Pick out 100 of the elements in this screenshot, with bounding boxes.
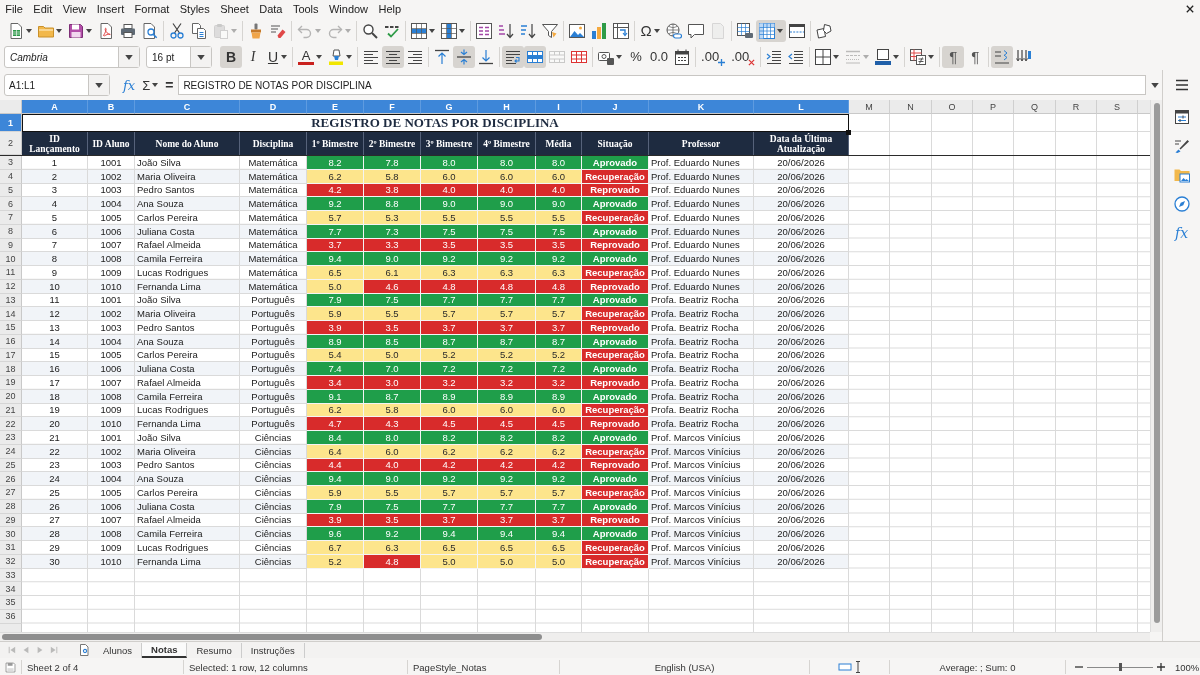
column-header[interactable]: N: [890, 100, 932, 114]
menu-item[interactable]: Insert: [91, 2, 130, 15]
bold-button[interactable]: B: [220, 46, 242, 68]
row-header[interactable]: 23: [0, 431, 22, 445]
column-header[interactable]: S: [1097, 100, 1138, 114]
column-header[interactable]: B: [88, 100, 135, 114]
selection-mode-icon[interactable]: [838, 662, 852, 672]
column-header[interactable]: Q: [1014, 100, 1056, 114]
menu-item[interactable]: Help: [373, 2, 407, 15]
scrollbar-thumb[interactable]: [2, 634, 542, 640]
menu-item[interactable]: Format: [129, 2, 175, 15]
menu-item[interactable]: Edit: [28, 2, 58, 15]
row-header[interactable]: 27: [0, 486, 22, 500]
column-header[interactable]: A: [22, 100, 88, 114]
column-header[interactable]: M: [849, 100, 890, 114]
caret-icon: [928, 55, 935, 59]
column-header[interactable]: J: [582, 100, 649, 114]
table-cell: 6.5: [536, 541, 582, 555]
row-header[interactable]: 2: [0, 132, 22, 155]
row-header[interactable]: 7: [0, 211, 22, 225]
add-sheet-button[interactable]: [78, 643, 90, 657]
menu-item[interactable]: File: [0, 2, 29, 15]
name-box[interactable]: A1:L1: [4, 74, 110, 96]
italic-button[interactable]: I: [242, 46, 264, 68]
sheet-tab[interactable]: Resumo: [187, 642, 242, 658]
zoom-level[interactable]: 100%: [1175, 661, 1200, 673]
slider-thumb[interactable]: [1118, 663, 1122, 671]
sheet-tab[interactable]: Instruções: [241, 642, 305, 658]
row-header[interactable]: 3: [0, 156, 22, 170]
menu-item[interactable]: Sheet: [214, 2, 255, 15]
column-header[interactable]: H: [478, 100, 536, 114]
column-header[interactable]: G: [421, 100, 478, 114]
row-header[interactable]: 6: [0, 197, 22, 211]
compass-icon: [1173, 196, 1190, 212]
menu-item[interactable]: Styles: [174, 2, 215, 15]
column-header[interactable]: L: [754, 100, 849, 114]
menu-item[interactable]: Data: [254, 2, 288, 15]
merge-and-center-button[interactable]: [524, 46, 546, 68]
caret-icon: [429, 28, 435, 33]
sum-button[interactable]: Σ: [140, 75, 161, 95]
left-to-right-button[interactable]: ¶: [942, 46, 965, 68]
column-header[interactable]: D: [240, 100, 307, 114]
formula-button[interactable]: =: [163, 75, 176, 95]
table-cell: Prof. Eduardo Nunes: [649, 211, 754, 225]
formula-input[interactable]: REGISTRO DE NOTAS POR DISCIPLINA: [178, 75, 1146, 95]
zoom-in-button[interactable]: [1156, 661, 1166, 673]
column-header[interactable]: R: [1056, 100, 1097, 114]
row-header[interactable]: 15: [0, 321, 22, 335]
number-format-button[interactable]: 0.0: [647, 46, 672, 68]
functions-button[interactable]: fx: [1169, 222, 1194, 244]
row-header[interactable]: 26: [0, 472, 22, 486]
font-name-field[interactable]: Cambria: [4, 46, 140, 68]
column-header[interactable]: P: [973, 100, 1014, 114]
vertical-scrollbar[interactable]: [1150, 100, 1162, 632]
right-to-left-button[interactable]: ¶: [964, 46, 987, 68]
row-header[interactable]: 11: [0, 266, 22, 280]
column-header[interactable]: C: [135, 100, 240, 114]
freeze-rows-columns-button[interactable]: [756, 19, 786, 42]
row-header[interactable]: 35: [0, 596, 22, 610]
language[interactable]: English (USA): [654, 661, 715, 673]
column-header[interactable]: F: [364, 100, 421, 114]
column-header[interactable]: O: [932, 100, 973, 114]
column-header[interactable]: I: [536, 100, 582, 114]
menu-item[interactable]: Tools: [287, 2, 324, 15]
row-header[interactable]: 14: [0, 307, 22, 321]
row-header[interactable]: 31: [0, 541, 22, 555]
column-header[interactable]: K: [649, 100, 754, 114]
table-cell: 5.7: [536, 307, 582, 321]
add-decimal-button[interactable]: .00: [698, 46, 729, 68]
table-cell: 8.2: [478, 431, 536, 445]
selection-handle[interactable]: [846, 130, 851, 135]
delete-decimal-button[interactable]: .00: [728, 46, 759, 68]
row-header[interactable]: 10: [0, 252, 22, 266]
wrap-text-button[interactable]: [502, 46, 524, 68]
align-center-button[interactable]: [382, 46, 404, 68]
row-header[interactable]: 34: [0, 582, 22, 596]
row-header[interactable]: 22: [0, 417, 22, 431]
table-header: Situação: [582, 132, 649, 155]
menu-item[interactable]: View: [57, 2, 92, 15]
scrollbar-thumb[interactable]: [1154, 103, 1160, 623]
percent-format-button[interactable]: %: [625, 46, 647, 68]
font-color-button[interactable]: A: [295, 46, 325, 68]
underline-button[interactable]: U: [264, 46, 290, 68]
menu-item[interactable]: Window: [323, 2, 374, 15]
special-character-button[interactable]: Ω: [637, 19, 663, 42]
table-cell: 9.0: [421, 197, 478, 211]
column-header[interactable]: E: [307, 100, 364, 114]
table-cell: Profa. Beatriz Rocha: [649, 307, 754, 321]
font-size-field[interactable]: 16 pt: [146, 46, 212, 68]
row-header[interactable]: 30: [0, 527, 22, 541]
row-header[interactable]: 1: [0, 114, 22, 132]
row-header[interactable]: 18: [0, 362, 22, 376]
row-header[interactable]: 19: [0, 376, 22, 390]
function-wizard-button[interactable]: fx: [121, 75, 138, 95]
horizontal-scrollbar[interactable]: [0, 632, 1150, 641]
sheet-tab[interactable]: Notas: [142, 642, 188, 658]
page-icon: [710, 22, 726, 39]
horizontal-text-button[interactable]: [991, 46, 1014, 68]
caret-icon: [152, 83, 159, 87]
caret-icon: [95, 82, 103, 88]
